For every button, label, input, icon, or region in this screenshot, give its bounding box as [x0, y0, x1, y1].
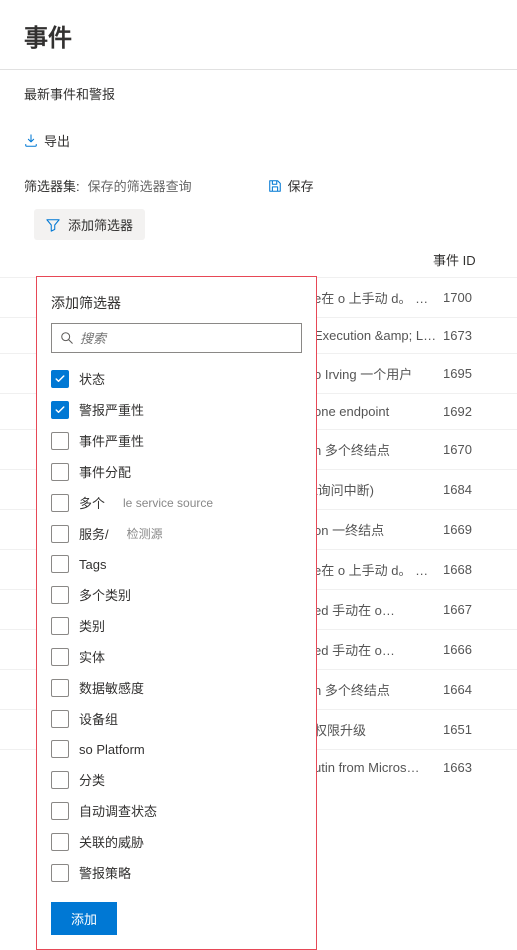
checkbox[interactable] [51, 401, 69, 419]
filter-item[interactable]: 多个 le service source [51, 487, 302, 518]
filter-panel-title: 添加筛选器 [37, 289, 316, 323]
filter-item-label: 警报策略 [79, 863, 131, 882]
filter-item-label: 事件严重性 [79, 431, 144, 450]
add-filter-label: 添加筛选器 [68, 215, 133, 234]
filter-item-label: 多个 [79, 493, 105, 512]
filter-item-label: 自动调查状态 [79, 801, 157, 820]
checkbox[interactable] [51, 463, 69, 481]
filter-item[interactable]: 类别 [51, 610, 302, 641]
filter-query-label: 保存的筛选器查询 [88, 176, 192, 195]
filter-item-sublabel: 检测源 [127, 525, 163, 542]
checkbox[interactable] [51, 432, 69, 450]
filter-item[interactable]: 自动调查状态 [51, 795, 302, 826]
row-id: 1663 [443, 760, 493, 775]
row-id: 1669 [443, 522, 493, 537]
filter-item-label: Tags [79, 557, 106, 572]
filter-set-label: 筛选器集: [24, 176, 80, 195]
row-id: 1684 [443, 482, 493, 497]
export-button[interactable]: 导出 [44, 131, 70, 150]
checkbox[interactable] [51, 679, 69, 697]
row-id: 1692 [443, 404, 493, 419]
checkbox[interactable] [51, 617, 69, 635]
row-id: 1670 [443, 442, 493, 457]
filter-icon [46, 218, 60, 232]
filter-set-row: 筛选器集: 保存的筛选器查询 保存 [0, 176, 517, 209]
checkbox[interactable] [51, 802, 69, 820]
row-id: 1667 [443, 602, 493, 617]
checkbox[interactable] [51, 771, 69, 789]
search-box[interactable] [51, 323, 302, 353]
filter-item-label: 类别 [79, 616, 105, 635]
save-button[interactable]: 保存 [268, 176, 314, 195]
subheader: 最新事件和警报 [0, 84, 517, 131]
filter-item-label: 分类 [79, 770, 105, 789]
filter-item-label: 关联的威胁 [79, 832, 144, 851]
search-input[interactable] [80, 331, 293, 346]
filter-item-label: 数据敏感度 [79, 678, 144, 697]
filter-item[interactable]: 设备组 [51, 703, 302, 734]
save-label: 保存 [288, 176, 314, 195]
filter-item[interactable]: 数据敏感度 [51, 672, 302, 703]
filter-item-label: so Platform [79, 742, 145, 757]
filter-item[interactable]: 警报严重性 [51, 394, 302, 425]
filter-item[interactable]: 多个类别 [51, 579, 302, 610]
checkbox[interactable] [51, 648, 69, 666]
row-id: 1673 [443, 328, 493, 343]
search-icon [60, 331, 74, 345]
filter-item-label: 实体 [79, 647, 105, 666]
checkbox[interactable] [51, 494, 69, 512]
row-id: 1700 [443, 290, 493, 305]
save-icon [268, 179, 282, 193]
filter-item[interactable]: 分类 [51, 764, 302, 795]
table-header: 事件 ID [0, 246, 517, 277]
filter-item[interactable]: 状态 [51, 363, 302, 394]
toolbar: 导出 [0, 131, 517, 176]
row-id: 1668 [443, 562, 493, 577]
filter-item[interactable]: 警报策略 [51, 857, 302, 888]
row-id: 1664 [443, 682, 493, 697]
divider [0, 69, 517, 70]
checkbox[interactable] [51, 833, 69, 851]
checkbox[interactable] [51, 525, 69, 543]
filter-item-sublabel: le service source [123, 496, 213, 510]
filter-item[interactable]: 服务/检测源 [51, 518, 302, 549]
filter-item[interactable]: so Platform [51, 734, 302, 764]
row-id: 1651 [443, 722, 493, 737]
row-id: 1666 [443, 642, 493, 657]
filter-item-label: 多个类别 [79, 585, 131, 604]
checkbox[interactable] [51, 710, 69, 728]
checkbox[interactable] [51, 740, 69, 758]
filter-item-label: 服务/ [79, 524, 109, 543]
filter-item[interactable]: 事件分配 [51, 456, 302, 487]
filter-item[interactable]: 实体 [51, 641, 302, 672]
filter-list: 状态警报严重性事件严重性事件分配多个 le service source 服务/检测… [37, 363, 316, 888]
filter-item-label: 事件分配 [79, 462, 131, 481]
row-id: 1695 [443, 366, 493, 381]
page-title: 事件 [0, 0, 517, 69]
checkbox[interactable] [51, 555, 69, 573]
checkbox[interactable] [51, 370, 69, 388]
checkbox[interactable] [51, 586, 69, 604]
add-button[interactable]: 添加 [51, 902, 117, 935]
add-filter-chip[interactable]: 添加筛选器 [34, 209, 145, 240]
filter-item[interactable]: 关联的威胁 [51, 826, 302, 857]
filter-item-label: 设备组 [79, 709, 118, 728]
filter-item-label: 状态 [79, 369, 105, 388]
filter-item[interactable]: 事件严重性 [51, 425, 302, 456]
checkbox[interactable] [51, 864, 69, 882]
filter-panel: 添加筛选器 状态警报严重性事件严重性事件分配多个 le service sourc… [36, 276, 317, 950]
filter-item-label: 警报严重性 [79, 400, 144, 419]
export-icon [24, 134, 38, 148]
column-header-id[interactable]: 事件 ID [433, 250, 493, 269]
filter-item[interactable]: Tags [51, 549, 302, 579]
